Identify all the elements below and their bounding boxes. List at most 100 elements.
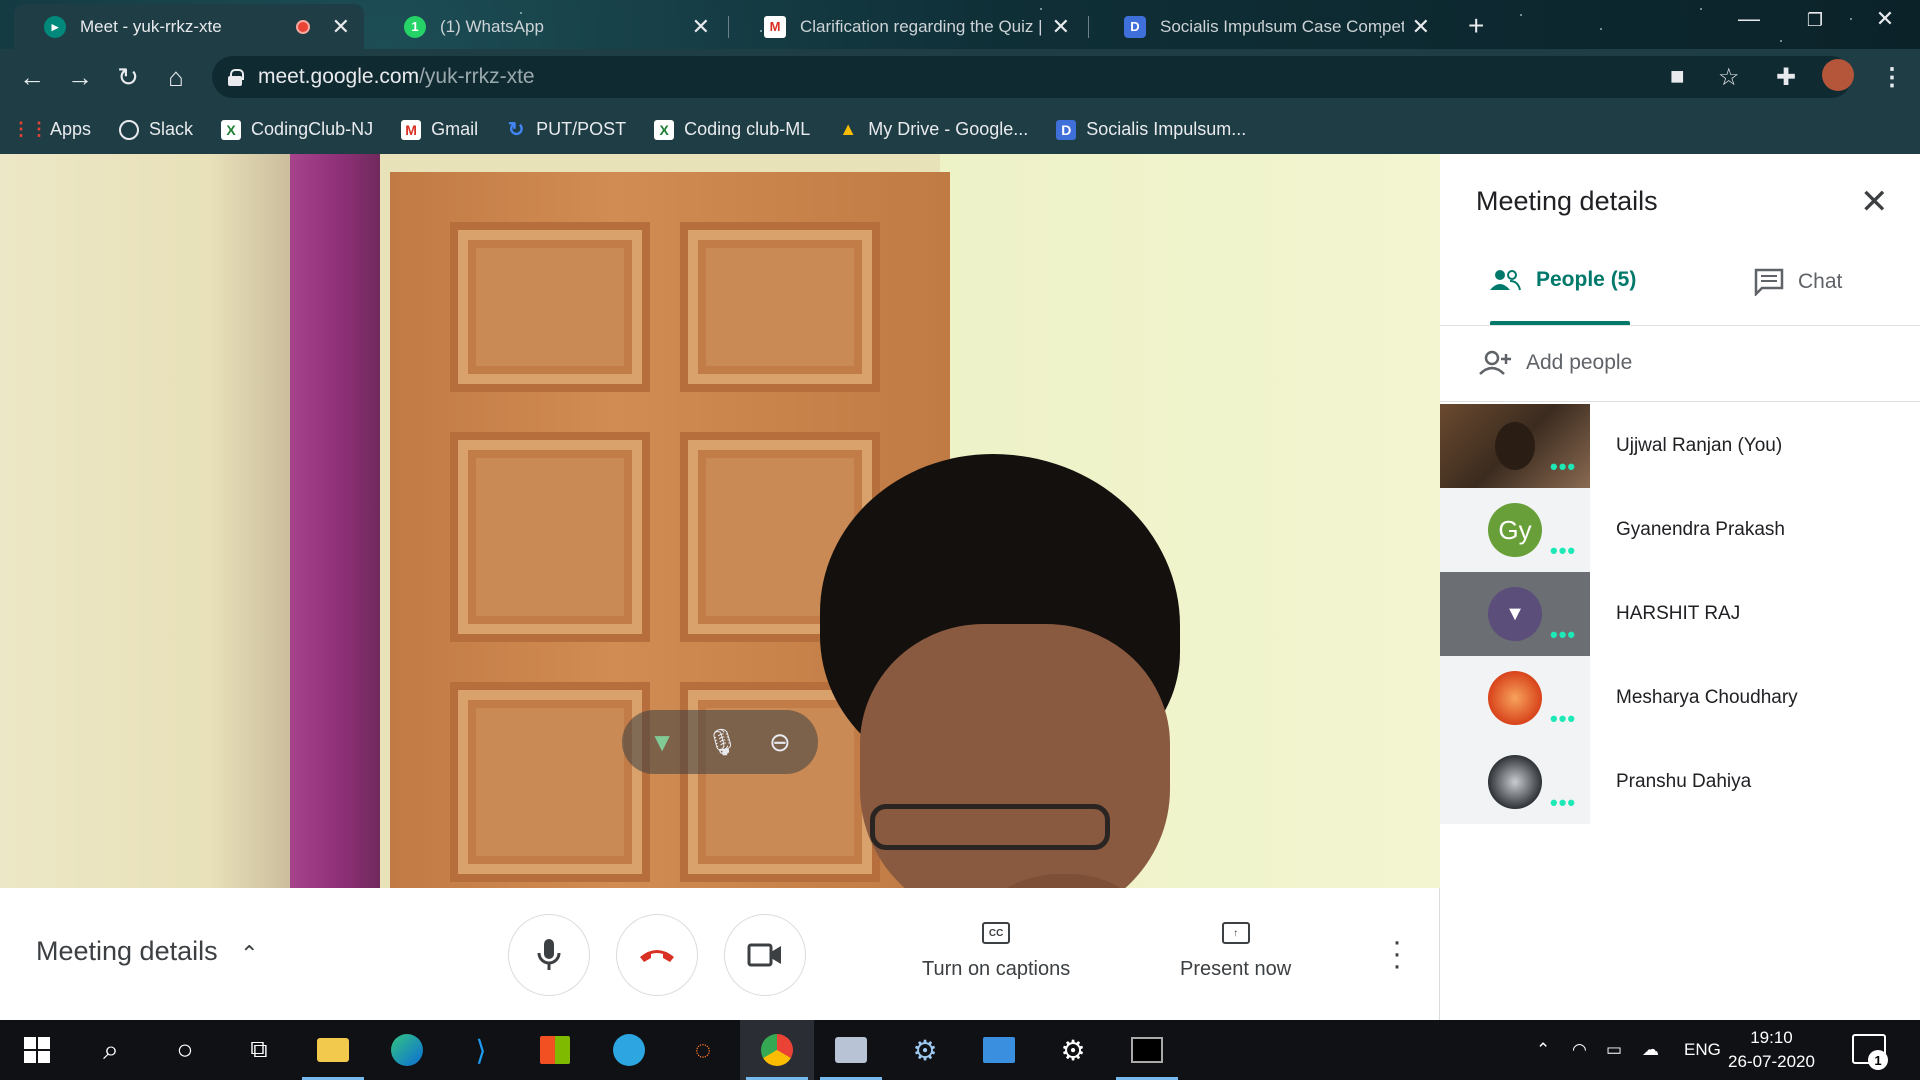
telegram-icon[interactable] (592, 1020, 666, 1080)
cortana-icon[interactable]: ○ (148, 1020, 222, 1080)
bookmark-label: Apps (50, 119, 92, 139)
close-panel-icon[interactable]: ✕ (1860, 182, 1889, 222)
panel-title: Meeting details (1476, 186, 1658, 216)
bookmark-slack[interactable]: Slack (119, 119, 193, 140)
meeting-details-toggle[interactable]: Meeting details ⌄ (36, 936, 258, 967)
tab-meet[interactable]: ▸ Meet - yuk-rrkz-xte ✕ (14, 4, 364, 49)
participant-row[interactable]: ••• Ujjwal Ranjan (You) (1440, 404, 1920, 488)
browser-menu-icon[interactable]: ⋮ (1880, 63, 1904, 92)
edge-icon[interactable] (370, 1020, 444, 1080)
microphone-button[interactable] (508, 914, 590, 996)
browser-toolbar: ← → ↻ ⌂ meet.google.com /yuk-rrkz-xte ■ … (0, 49, 1920, 105)
restore-icon[interactable]: ❐ (1790, 10, 1840, 31)
dc-favicon-icon: D (1124, 15, 1146, 38)
chrome-icon[interactable] (740, 1020, 814, 1080)
bookmark-label: Slack (149, 119, 194, 139)
clock-time: 19:10 (1750, 1028, 1793, 1047)
bookmark-codingclub-nj[interactable]: X CodingClub-NJ (221, 119, 373, 140)
add-person-icon (1479, 350, 1511, 375)
participant-video-thumbnail: ••• (1440, 404, 1590, 488)
captions-button[interactable]: CC Turn on captions (922, 922, 1070, 981)
search-icon[interactable]: ⌕ (74, 1020, 148, 1080)
cloud-icon[interactable]: ☁ (1642, 1020, 1659, 1080)
camera-button[interactable] (724, 914, 806, 996)
present-screen-icon: ↑ (1221, 922, 1250, 944)
bookmark-star-icon[interactable]: ☆ (1718, 63, 1740, 92)
tab-gmail[interactable]: M Clarification regarding the Quiz | ✕ (734, 4, 1084, 49)
x-sheet-icon: X (221, 119, 242, 140)
participant-avatar (1495, 422, 1535, 470)
participant-avatar (1488, 671, 1542, 725)
bookmark-put-post[interactable]: ↻ PUT/POST (506, 119, 626, 141)
chat-icon (1754, 268, 1784, 296)
settings-icon[interactable]: ⚙ (1036, 1020, 1110, 1080)
close-tab-icon[interactable]: ✕ (692, 14, 710, 40)
wifi-icon[interactable]: ◠ (1572, 1020, 1587, 1080)
address-bar[interactable]: meet.google.com /yuk-rrkz-xte (212, 56, 1852, 98)
show-hidden-icons-icon[interactable]: ⌃ (1536, 1020, 1550, 1080)
system-clock[interactable]: 19:10 26-07-2020 (1728, 1026, 1815, 1074)
add-people-button[interactable]: Add people (1478, 350, 1632, 376)
participant-row[interactable]: Gy ••• Gyanendra Prakash (1440, 488, 1920, 572)
store-icon[interactable] (518, 1020, 592, 1080)
clock-date: 26-07-2020 (1728, 1052, 1815, 1071)
tab-whatsapp[interactable]: 1 (1) WhatsApp ✕ (374, 4, 724, 49)
tab-title: Meet - yuk-rrkz-xte (80, 16, 222, 36)
jupyter-icon[interactable]: ◌ (666, 1020, 740, 1080)
minimize-icon[interactable]: — (1724, 6, 1774, 32)
microphone-icon[interactable]: 🎙︎ (705, 727, 738, 758)
close-tab-icon[interactable]: ✕ (1412, 14, 1430, 40)
profile-avatar[interactable] (1822, 59, 1854, 91)
participant-row[interactable]: ••• Mesharya Choudhary (1440, 656, 1920, 740)
video-camera-icon (747, 943, 781, 967)
remove-icon[interactable]: ⊖ (769, 727, 791, 758)
meeting-details-label: Meeting details (36, 936, 218, 966)
participant-name: Mesharya Choudhary (1616, 687, 1798, 708)
window-close-icon[interactable]: ✕ (1860, 6, 1910, 32)
system-tool-icon[interactable] (814, 1020, 888, 1080)
close-tab-icon[interactable]: ✕ (1052, 14, 1070, 40)
bookmark-my-drive[interactable]: ▲ My Drive - Google... (838, 119, 1028, 140)
participant-avatar: Gy (1488, 503, 1542, 557)
hang-up-icon (640, 950, 674, 962)
pin-icon[interactable]: ▼ (649, 727, 675, 758)
close-tab-icon[interactable]: ✕ (332, 14, 350, 40)
main-video-feed: ▼ 🎙︎ ⊖ (0, 154, 1440, 888)
more-options-icon[interactable]: · · · (1392, 927, 1402, 981)
participant-row[interactable]: ••• Pranshu Dahiya (1440, 740, 1920, 824)
task-view-icon[interactable]: ⧉ (222, 1020, 296, 1080)
vscode-icon[interactable]: ⟩ (444, 1020, 518, 1080)
settings-gears-icon[interactable]: ⚙ (888, 1020, 962, 1080)
reload-icon[interactable]: ↻ (110, 59, 146, 95)
bookmark-gmail[interactable]: M Gmail (401, 119, 478, 140)
extensions-puzzle-icon[interactable]: ✚ (1776, 63, 1796, 92)
pin-icon: ▼ (1488, 587, 1542, 641)
bookmark-socialis[interactable]: D Socialis Impulsum... (1056, 119, 1246, 140)
file-explorer-icon[interactable] (296, 1020, 370, 1080)
tab-socialis[interactable]: D Socialis Impulsum Case Competi ✕ (1094, 4, 1444, 49)
people-tab-label: People (5) (1536, 268, 1637, 291)
participant-row[interactable]: ▼ ••• HARSHIT RAJ (1440, 572, 1920, 656)
globe-icon (119, 119, 140, 140)
home-icon[interactable]: ⌂ (158, 59, 194, 95)
bookmark-coding-club-ml[interactable]: X Coding club-ML (654, 119, 810, 140)
windows-start-icon[interactable] (0, 1020, 74, 1080)
video-background (0, 154, 300, 888)
language-indicator[interactable]: ENG (1684, 1020, 1721, 1080)
bookmark-apps[interactable]: ⋮⋮ Apps (12, 119, 92, 140)
tab-people[interactable]: People (5) (1488, 268, 1636, 292)
bookmark-label: Gmail (431, 119, 479, 139)
present-now-button[interactable]: ↑ Present now (1180, 922, 1291, 981)
back-arrow-icon[interactable]: ← (14, 59, 50, 95)
new-tab-button[interactable]: + (1468, 10, 1484, 42)
end-call-button[interactable] (616, 914, 698, 996)
battery-icon[interactable]: ▭ (1606, 1020, 1622, 1080)
participant-thumbnail: Gy ••• (1440, 488, 1590, 572)
control-panel-icon[interactable] (962, 1020, 1036, 1080)
tab-chat[interactable]: Chat (1754, 268, 1842, 296)
tab-title: (1) WhatsApp (440, 16, 544, 36)
forward-arrow-icon[interactable]: → (62, 59, 98, 95)
terminal-icon[interactable] (1110, 1020, 1184, 1080)
windows-taskbar: ⌕ ○ ⧉ ⟩ ◌ ⚙ ⚙ ⌃ ◠ ▭ ☁ ENG 19:10 26-07-20… (0, 1020, 1920, 1080)
camera-in-use-icon[interactable]: ■ (1670, 63, 1685, 91)
